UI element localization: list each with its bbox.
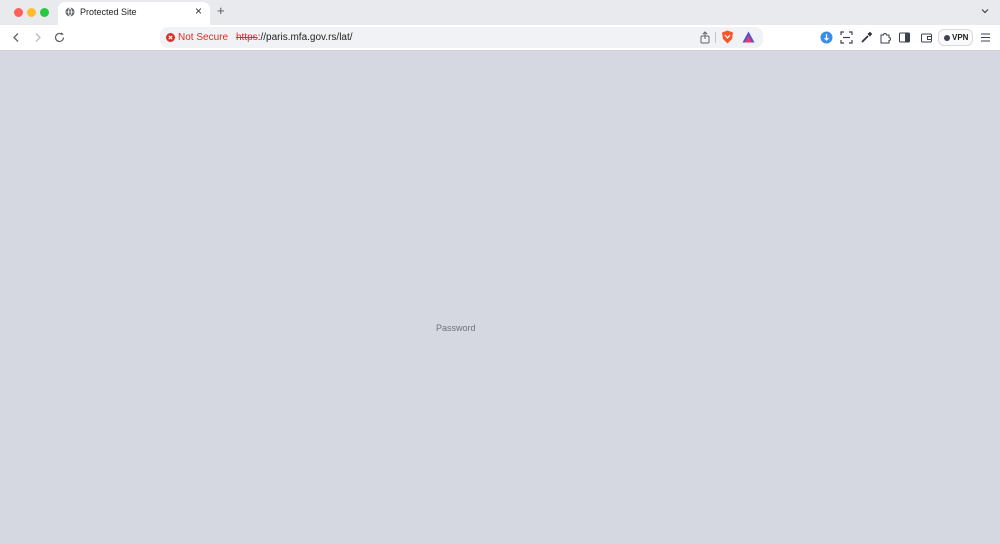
chevron-down-icon[interactable] (980, 6, 990, 16)
share-icon[interactable] (699, 31, 711, 44)
window-close-button[interactable] (14, 8, 23, 17)
url-host-path: ://paris.mfa.gov.rs/lat/ (257, 32, 353, 43)
back-button[interactable] (10, 31, 23, 44)
password-label: Password (436, 323, 476, 333)
window-minimize-button[interactable] (27, 8, 36, 17)
browser-toolbar: Not Secure https://paris.mfa.gov.rs/lat/ (0, 25, 1000, 51)
page-content: Password (0, 51, 1000, 544)
security-status-label[interactable]: Not Secure (178, 32, 228, 43)
not-secure-icon[interactable] (166, 33, 175, 42)
new-tab-button[interactable]: + (217, 4, 225, 17)
reload-button[interactable] (53, 31, 66, 44)
address-bar-divider (715, 32, 716, 43)
wallet-icon[interactable] (920, 31, 933, 44)
vpn-button[interactable]: VPN (938, 29, 973, 46)
brave-rewards-icon[interactable] (742, 31, 755, 43)
extensions-icon[interactable] (879, 31, 892, 44)
tab-title: Protected Site (80, 7, 137, 17)
globe-icon (65, 7, 75, 17)
url-scheme: https (236, 32, 258, 43)
brave-shields-icon[interactable] (721, 30, 734, 44)
url-text[interactable]: https://paris.mfa.gov.rs/lat/ (236, 32, 353, 43)
forward-button[interactable] (31, 31, 44, 44)
window-maximize-button[interactable] (40, 8, 49, 17)
tab-strip: Protected Site × + (0, 0, 1000, 25)
tab-close-icon[interactable]: × (195, 5, 202, 17)
screenshot-icon[interactable] (840, 31, 853, 44)
sidebar-icon[interactable] (898, 31, 911, 44)
eyedropper-icon[interactable] (860, 31, 873, 44)
tab-protected-site[interactable]: Protected Site × (58, 2, 210, 25)
vpn-label: VPN (952, 33, 969, 42)
vpn-status-icon (944, 35, 950, 41)
address-bar[interactable]: Not Secure https://paris.mfa.gov.rs/lat/ (160, 27, 763, 48)
hamburger-menu-icon[interactable] (980, 32, 991, 43)
puzzle-extension-icon[interactable] (820, 31, 833, 44)
